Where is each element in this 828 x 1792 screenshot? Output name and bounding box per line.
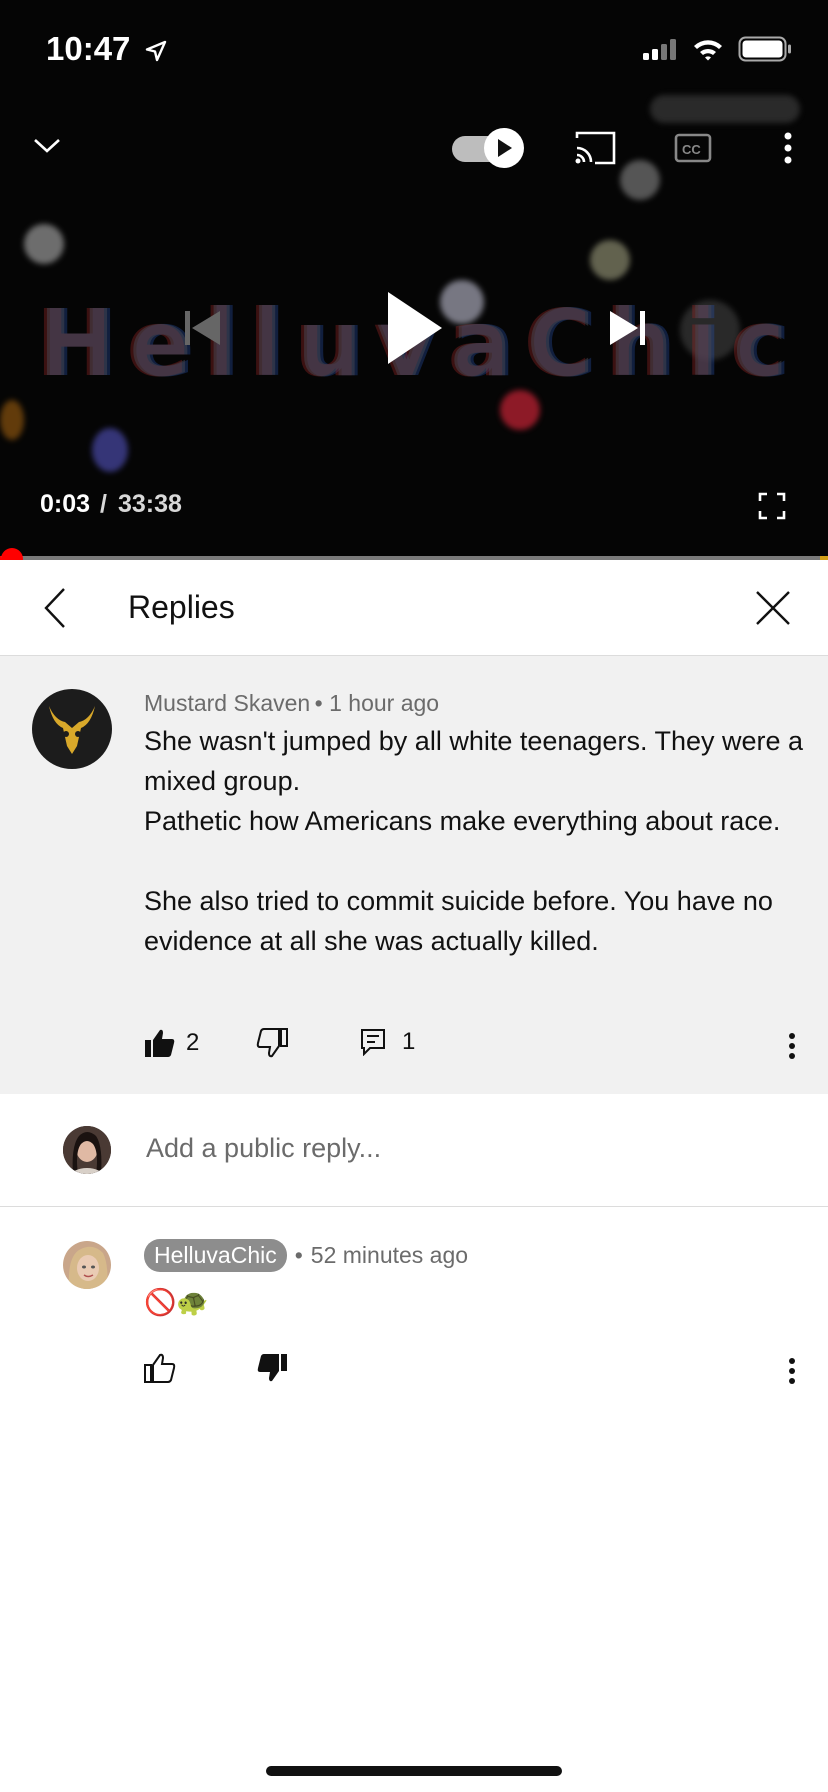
avatar[interactable] (63, 1241, 111, 1289)
bokeh-light (24, 224, 64, 264)
total-duration: 33:38 (118, 490, 182, 518)
user-photo-icon (63, 1126, 111, 1174)
status-indicators (642, 36, 792, 62)
cast-icon (575, 131, 616, 165)
bokeh-light (590, 240, 630, 280)
thumbs-up-filled-icon (145, 1029, 175, 1057)
captions-button[interactable]: CC (672, 128, 714, 168)
status-time-text: 10:47 (46, 30, 131, 67)
like-button[interactable] (144, 1353, 176, 1383)
previous-button[interactable] (176, 306, 228, 350)
close-icon (756, 591, 790, 625)
avatar (63, 1126, 111, 1174)
progress-scrubber[interactable] (1, 548, 23, 560)
dislike-button[interactable] (256, 1353, 288, 1383)
cast-button[interactable] (570, 128, 620, 168)
comment-time[interactable]: 1 hour ago (329, 690, 439, 716)
parent-comment: Mustard Skaven • 1 hour ago She wasn't j… (0, 656, 828, 1094)
meta-separator: • (314, 690, 330, 716)
meta-separator: • (294, 1242, 303, 1268)
location-arrow-icon (145, 41, 166, 62)
comment-text: She wasn't jumped by all white teenagers… (144, 726, 804, 956)
reply-input[interactable] (144, 1124, 788, 1172)
comment-author[interactable]: Mustard Skaven (144, 690, 310, 716)
skip-next-icon (610, 311, 645, 345)
more-options-button[interactable] (770, 128, 806, 168)
bokeh-light (650, 95, 800, 123)
replies-title: Replies (128, 589, 235, 625)
comment-text: 🚫🐢 (144, 1288, 209, 1318)
play-icon (388, 292, 442, 364)
back-button[interactable] (34, 581, 76, 635)
fullscreen-button[interactable] (752, 488, 792, 524)
comment-meta: HelluvaChic • 52 minutes ago (144, 1239, 468, 1272)
bokeh-light (92, 428, 128, 472)
reply-composer (0, 1094, 828, 1207)
battery-icon (738, 36, 791, 62)
reply-count: 1 (402, 1028, 416, 1055)
creator-author-chip[interactable]: HelluvaChic (144, 1239, 287, 1272)
wifi-icon (694, 40, 722, 61)
dislike-button[interactable] (256, 1028, 288, 1058)
autoplay-knob (484, 128, 524, 168)
minimize-button[interactable] (26, 124, 68, 166)
chevron-down-icon (34, 139, 60, 153)
comment-meta: Mustard Skaven • 1 hour ago (144, 690, 439, 717)
time-separator: / (100, 490, 107, 518)
vertical-dots-icon (789, 1358, 795, 1384)
comment-options-button[interactable] (778, 1026, 806, 1066)
home-indicator (266, 1766, 562, 1776)
progress-marker (820, 556, 828, 560)
thumbs-down-icon (256, 1028, 288, 1058)
thumbs-up-icon (144, 1353, 176, 1383)
play-button[interactable] (378, 288, 448, 368)
bokeh-light (620, 160, 660, 200)
bokeh-light (0, 400, 24, 440)
like-count: 2 (186, 1029, 200, 1056)
svg-text:CC: CC (682, 142, 701, 157)
video-player[interactable]: HelluvaChic 10:47 CC 0:03 / 33:38 (0, 0, 828, 560)
vertical-dots-icon (789, 1033, 795, 1059)
goat-skull-avatar-icon (49, 706, 95, 754)
autoplay-toggle[interactable] (450, 128, 526, 168)
chevron-left-icon (44, 588, 65, 628)
like-button[interactable]: 2 (144, 1028, 199, 1058)
play-icon (498, 139, 512, 157)
captions-icon: CC (674, 133, 712, 163)
avatar[interactable] (32, 689, 112, 769)
replies-header: Replies (0, 561, 828, 656)
vertical-dots-icon (784, 132, 792, 164)
skip-previous-icon (185, 311, 220, 345)
fullscreen-icon (758, 492, 786, 520)
comment-icon (361, 1029, 385, 1056)
comment-time[interactable]: 52 minutes ago (311, 1242, 468, 1269)
current-time: 0:03 (40, 490, 91, 518)
progress-bar[interactable] (0, 556, 828, 560)
user-photo-icon (63, 1241, 111, 1289)
reply-comment: HelluvaChic • 52 minutes ago 🚫🐢 (0, 1207, 828, 1407)
view-replies-button[interactable]: 1 (360, 1028, 415, 1056)
cellular-signal-icon (643, 39, 676, 60)
status-time: 10:47 (46, 30, 168, 68)
close-button[interactable] (750, 585, 796, 631)
comment-options-button[interactable] (778, 1351, 806, 1391)
next-button[interactable] (602, 306, 654, 350)
thumbs-down-filled-icon (257, 1354, 287, 1382)
